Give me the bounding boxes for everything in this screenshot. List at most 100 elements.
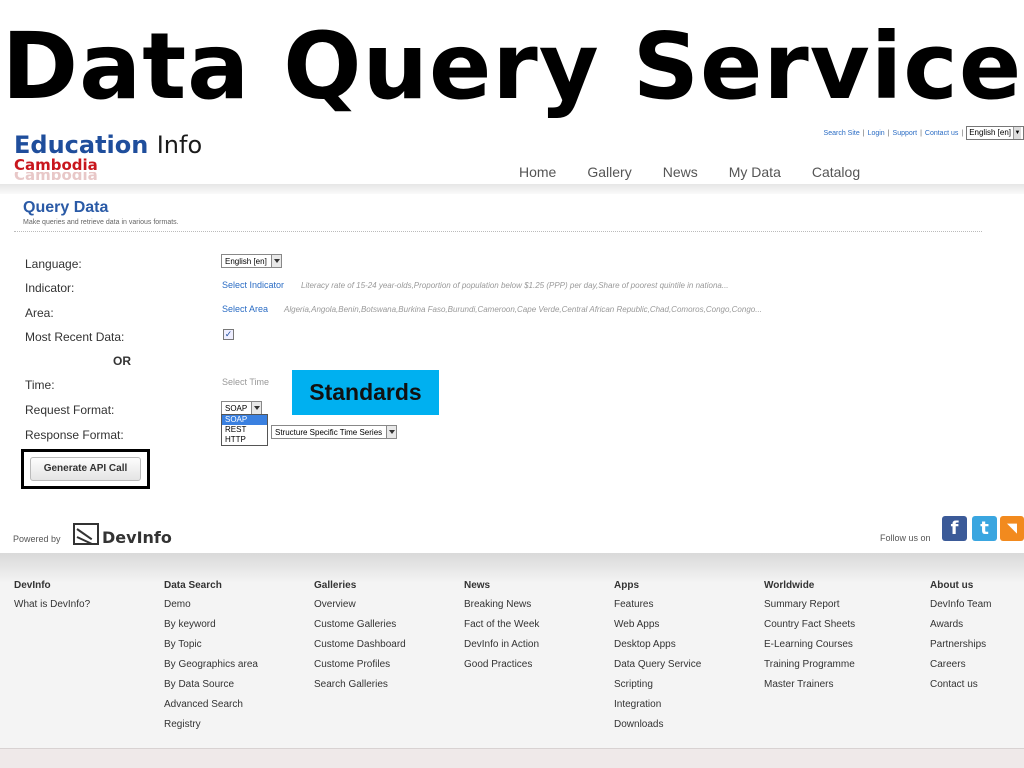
footer-link[interactable]: Awards (930, 620, 992, 640)
select-indicator-link[interactable]: Select Indicator (222, 280, 284, 290)
devinfo-logo-icon (73, 522, 99, 545)
option-rest[interactable]: REST (222, 425, 267, 435)
chevron-down-icon: ▼ (1013, 127, 1021, 139)
footer-link[interactable]: E-Learning Courses (764, 640, 855, 660)
follow-us-label: Follow us on (880, 533, 931, 543)
generate-api-call-button[interactable]: Generate API Call (30, 457, 141, 481)
footer-link[interactable]: Features (614, 600, 701, 620)
twitter-icon[interactable]: t (972, 516, 997, 541)
footer-heading: Galleries (314, 580, 357, 591)
request-format-label: Request Format: (25, 403, 115, 417)
logo-sub-text: Cambodia (14, 156, 98, 174)
footer-link[interactable]: DevInfo Team (930, 600, 992, 620)
nav-catalog[interactable]: Catalog (812, 164, 860, 180)
select-area-link[interactable]: Select Area (222, 304, 268, 314)
option-http[interactable]: HTTP (222, 435, 267, 445)
request-format-value: SOAP (225, 403, 248, 413)
footer-link[interactable]: Integration (614, 700, 701, 720)
response-format-label: Response Format: (25, 428, 124, 442)
footer-link[interactable]: Country Fact Sheets (764, 620, 855, 640)
site-language-select[interactable]: English [en] ▼ (966, 126, 1024, 140)
indicator-label: Indicator: (25, 281, 75, 295)
chevron-down-icon (251, 402, 262, 414)
utility-links: Search Site | Login | Support | Contact us |… (824, 126, 1024, 140)
footer-link[interactable]: Good Practices (464, 660, 539, 680)
footer-link[interactable]: Web Apps (614, 620, 701, 640)
page-title: Query Data (23, 199, 109, 216)
powered-by-label: Powered by (13, 534, 61, 544)
response-format-select[interactable]: Structure Specific Time Series (271, 425, 398, 439)
footer-link[interactable]: Contact us (930, 680, 992, 700)
footer-link[interactable]: Custome Dashboard (314, 640, 406, 660)
response-format-value: Structure Specific Time Series (275, 427, 383, 437)
footer-link[interactable]: Partnerships (930, 640, 992, 660)
slide-title: Data Query Service (1, 13, 1023, 120)
footer-link[interactable]: Custome Galleries (314, 620, 406, 640)
footer-heading: Worldwide (764, 580, 815, 591)
search-site-link[interactable]: Search Site (824, 130, 860, 137)
footer-link[interactable]: Demo (164, 600, 258, 620)
page-subtitle: Make queries and retrieve data in variou… (23, 219, 179, 226)
logo-reflection: Cambodia (14, 172, 202, 180)
area-selection-summary: Algeria,Angola,Benin,Botswana,Burkina Fa… (284, 305, 762, 314)
footer-col-data-search: Data Search Demo By keyword By Topic By … (164, 580, 258, 740)
indicator-selection-summary: Literacy rate of 15-24 year-olds,Proport… (301, 281, 729, 290)
footer-link[interactable]: Registry (164, 720, 258, 740)
request-format-select[interactable]: SOAP (221, 401, 263, 415)
nav-news[interactable]: News (663, 164, 698, 180)
education-info-logo[interactable]: Education Info Cambodia Cambodia (14, 132, 202, 180)
most-recent-checkbox[interactable]: ✓ (223, 329, 234, 340)
footer-link[interactable]: By Topic (164, 640, 258, 660)
footer-link[interactable]: Fact of the Week (464, 620, 539, 640)
footer-heading: About us (930, 580, 974, 591)
footer-link[interactable]: Search Galleries (314, 680, 406, 700)
chevron-down-icon (386, 426, 397, 438)
nav-home[interactable]: Home (519, 164, 556, 180)
footer-heading: Apps (614, 580, 639, 591)
footer-link[interactable]: By Data Source (164, 680, 258, 700)
option-soap[interactable]: SOAP (222, 415, 267, 425)
devinfo-logo[interactable]: DevInfo (73, 520, 172, 547)
footer-link[interactable]: Desktop Apps (614, 640, 701, 660)
footer-link[interactable]: Custome Profiles (314, 660, 406, 680)
or-label: OR (113, 354, 131, 368)
login-link[interactable]: Login (868, 130, 885, 137)
footer-link[interactable]: DevInfo in Action (464, 640, 539, 660)
chevron-down-icon (270, 255, 281, 267)
footer-heading: DevInfo (14, 580, 51, 591)
nav-my-data[interactable]: My Data (729, 164, 781, 180)
footer-link[interactable]: Scripting (614, 680, 701, 700)
time-label: Time: (25, 378, 55, 392)
footer-link[interactable]: Careers (930, 660, 992, 680)
footer-heading: Data Search (164, 580, 222, 591)
footer-col-devinfo: DevInfo What is DevInfo? (14, 580, 90, 620)
standards-callout: Standards (292, 370, 439, 415)
nav-gallery[interactable]: Gallery (587, 164, 631, 180)
area-label: Area: (25, 306, 54, 320)
footer-link[interactable]: What is DevInfo? (14, 600, 90, 620)
dotted-divider (14, 231, 982, 232)
footer-col-news: News Breaking News Fact of the Week DevI… (464, 580, 539, 680)
footer-link[interactable]: Summary Report (764, 600, 855, 620)
support-link[interactable]: Support (893, 130, 918, 137)
rss-icon[interactable]: ◥ (1000, 516, 1024, 541)
footer-link[interactable]: Breaking News (464, 600, 539, 620)
select-time-field[interactable]: Select Time (222, 377, 269, 387)
footer-link[interactable]: By keyword (164, 620, 258, 640)
bottom-bar (0, 748, 1024, 768)
footer-link[interactable]: By Geographics area (164, 660, 258, 680)
devinfo-logo-text: DevInfo (102, 528, 172, 547)
footer-link[interactable]: Training Programme (764, 660, 855, 680)
footer-col-about-us: About us DevInfo Team Awards Partnership… (930, 580, 992, 700)
footer-link[interactable]: Master Trainers (764, 680, 855, 700)
footer-link[interactable]: Downloads (614, 720, 701, 740)
footer-link[interactable]: Data Query Service (614, 660, 701, 680)
facebook-icon[interactable]: f (942, 516, 967, 541)
contact-us-link[interactable]: Contact us (925, 130, 958, 137)
generate-button-highlight: Generate API Call (21, 449, 150, 489)
footer-link[interactable]: Advanced Search (164, 700, 258, 720)
header-divider (0, 184, 1024, 194)
footer-link[interactable]: Overview (314, 600, 406, 620)
language-select[interactable]: English [en] (221, 254, 282, 268)
logo-info-text: Info (156, 131, 203, 159)
